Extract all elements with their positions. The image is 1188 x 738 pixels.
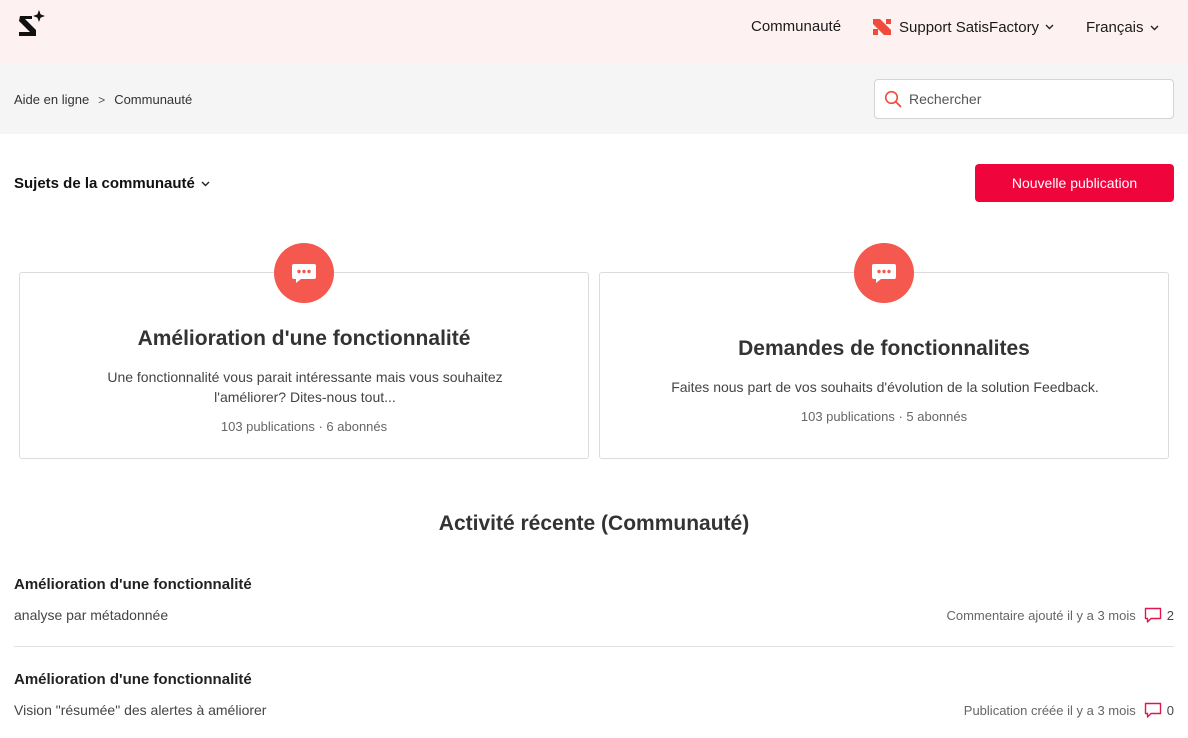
- community-topics-dropdown[interactable]: Sujets de la communauté: [14, 175, 210, 192]
- speech-bubble-icon: [872, 264, 896, 283]
- topic-card[interactable]: Demandes de fonctionnalites Faites nous …: [599, 243, 1169, 459]
- comment-icon: [1144, 607, 1161, 623]
- breadcrumb-item-community[interactable]: Communauté: [114, 92, 192, 107]
- comment-icon: [1144, 702, 1161, 718]
- recent-activity-title: Activité récente (Communauté): [438, 512, 750, 535]
- activity-status: Publication créée il y a 3 mois 0: [964, 702, 1174, 719]
- search-icon: [884, 90, 902, 108]
- topic-follower-count: 5 abonnés: [906, 409, 968, 424]
- chevron-down-icon: [1150, 25, 1159, 30]
- satisfactory-logo-icon[interactable]: [16, 10, 48, 40]
- topic-description: Une fonctionnalité vous parait intéressa…: [107, 369, 503, 405]
- breadcrumb: Aide en ligne > Communauté: [14, 92, 192, 107]
- nav-menu-support[interactable]: Support SatisFactory: [872, 17, 1054, 37]
- topic-title[interactable]: Amélioration d'une fonctionnalité: [20, 327, 588, 351]
- breadcrumb-item-help[interactable]: Aide en ligne: [14, 92, 89, 107]
- new-post-button[interactable]: Nouvelle publication: [975, 164, 1174, 202]
- breadcrumb-separator: >: [98, 92, 106, 107]
- language-label: Français: [1086, 19, 1144, 36]
- topic-badge: [274, 243, 334, 303]
- comment-count: 2: [1166, 608, 1174, 623]
- activity-item: Amélioration d'une fonctionnalité Vision…: [14, 671, 1174, 731]
- search-input[interactable]: [909, 91, 1149, 107]
- topic-description: Faites nous part de vos souhaits d'évolu…: [671, 379, 1099, 395]
- search-box[interactable]: [874, 79, 1174, 119]
- topic-post-count: 103 publications: [220, 419, 315, 434]
- nav-support-label: Support SatisFactory: [899, 18, 1040, 36]
- breadcrumb-bar: Aide en ligne > Communauté: [0, 64, 1188, 134]
- speech-bubble-icon: [292, 264, 316, 283]
- activity-item: Amélioration d'une fonctionnalité analys…: [14, 576, 1174, 647]
- chevron-down-icon: [201, 181, 210, 186]
- activity-status: Commentaire ajouté il y a 3 mois 2: [946, 607, 1174, 624]
- topic-meta: 103 publications · 6 abonnés: [20, 419, 588, 434]
- topic-post-count: 103 publications: [800, 409, 895, 424]
- chevron-down-icon: [1045, 24, 1054, 30]
- language-selector[interactable]: Français: [1086, 19, 1159, 36]
- activity-status-text: Publication créée il y a 3 mois: [963, 703, 1136, 718]
- topic-follower-count: 6 abonnés: [326, 419, 388, 434]
- topic-meta: 103 publications · 5 abonnés: [600, 409, 1168, 424]
- topic-title[interactable]: Demandes de fonctionnalites: [600, 337, 1168, 361]
- nav-link-community[interactable]: Communauté: [751, 18, 841, 35]
- topic-card[interactable]: Amélioration d'une fonctionnalité Une fo…: [19, 243, 589, 459]
- topic-badge: [854, 243, 914, 303]
- activity-post-link[interactable]: analyse par métadonnée: [14, 607, 168, 623]
- activity-status-text: Commentaire ajouté il y a 3 mois: [946, 608, 1136, 623]
- activity-topic-link[interactable]: Amélioration d'une fonctionnalité: [14, 671, 252, 688]
- community-topics-label: Sujets de la communauté: [14, 175, 195, 192]
- comment-count: 0: [1166, 703, 1174, 718]
- top-header: Communauté Support SatisFactory Français: [0, 0, 1188, 64]
- activity-topic-link[interactable]: Amélioration d'une fonctionnalité: [14, 576, 252, 593]
- satisfactory-brand-icon: [873, 19, 891, 35]
- activity-post-link[interactable]: Vision "résumée" des alertes à améliorer: [14, 702, 266, 718]
